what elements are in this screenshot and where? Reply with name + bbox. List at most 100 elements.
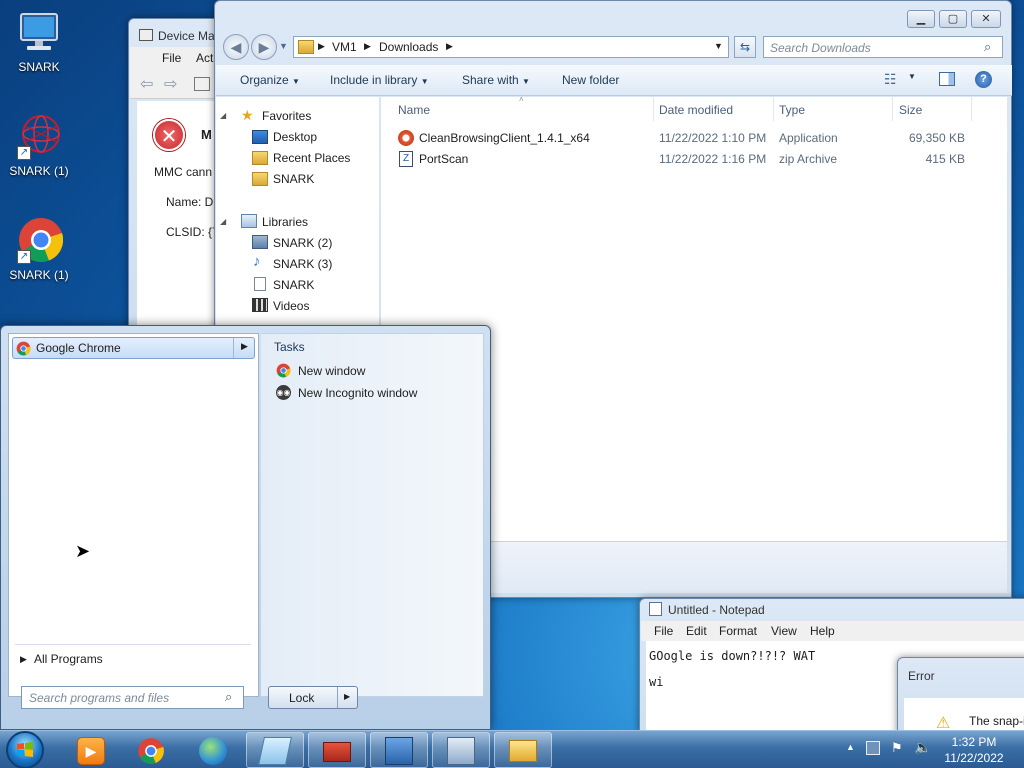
split-divider bbox=[337, 687, 338, 708]
task-new-window[interactable]: New window bbox=[275, 362, 475, 382]
breadcrumb-vm1[interactable]: VM1 bbox=[332, 40, 357, 54]
menu-action[interactable]: Act bbox=[196, 51, 213, 65]
menu-file[interactable]: File bbox=[654, 624, 673, 638]
task-label: New window bbox=[298, 364, 366, 378]
taskbar-network[interactable] bbox=[184, 732, 242, 768]
start-button[interactable] bbox=[6, 731, 44, 768]
breadcrumb-chevron-icon[interactable]: ▶ bbox=[318, 41, 325, 52]
preview-pane-icon[interactable] bbox=[939, 72, 955, 86]
chrome-icon bbox=[16, 341, 31, 356]
new-folder-button[interactable]: New folder bbox=[562, 73, 619, 87]
view-options-icon[interactable]: ☷ bbox=[884, 71, 897, 88]
start-search-box[interactable]: Search programs and files ⌕ bbox=[21, 686, 244, 709]
search-box[interactable]: Search Downloads ⌕ bbox=[763, 36, 1003, 58]
share-with-button[interactable]: Share with ▼ bbox=[462, 73, 530, 87]
view-dropdown-icon[interactable]: ▼ bbox=[908, 72, 916, 81]
column-header-date-modified[interactable]: Date modified bbox=[659, 103, 733, 117]
notepad-icon bbox=[649, 602, 662, 616]
tasks-header: Tasks bbox=[274, 340, 305, 354]
organize-button[interactable]: Organize ▼ bbox=[240, 73, 300, 87]
documents-library-icon bbox=[252, 235, 268, 249]
file-date: 11/22/2022 1:10 PM bbox=[659, 131, 767, 145]
help-icon[interactable]: ? bbox=[975, 71, 992, 88]
address-bar[interactable]: ▶ VM1 ▶ Downloads ▶ ▼ bbox=[293, 36, 729, 58]
expand-arrow-icon[interactable]: ◢ bbox=[220, 217, 226, 226]
nav-snark-docs[interactable]: SNARK bbox=[273, 278, 314, 292]
error-dialog[interactable]: Error ⚠ The snap-i bbox=[897, 657, 1024, 738]
desktop-icon-computer[interactable]: SNARK bbox=[1, 8, 77, 74]
taskbar-notepad[interactable] bbox=[246, 732, 304, 768]
breadcrumb-chevron-icon[interactable]: ▶ bbox=[446, 41, 453, 52]
windows-logo-icon bbox=[17, 742, 33, 757]
start-search-input[interactable]: Search programs and files bbox=[29, 691, 169, 705]
close-button[interactable]: ✕ bbox=[971, 10, 1001, 28]
back-button[interactable]: ◀ bbox=[223, 34, 249, 60]
shutdown-options-arrow-icon[interactable]: ▶ bbox=[344, 692, 350, 701]
taskbar-chrome[interactable] bbox=[122, 732, 180, 768]
nav-snark[interactable]: SNARK bbox=[273, 172, 314, 186]
column-header-type[interactable]: Type bbox=[779, 103, 805, 117]
column-header-name[interactable]: Name bbox=[398, 103, 430, 117]
pinned-program-google-chrome[interactable]: Google Chrome ▶ bbox=[12, 337, 255, 359]
search-icon[interactable]: ⌕ bbox=[225, 689, 232, 705]
menu-edit[interactable]: Edit bbox=[686, 624, 707, 638]
nav-desktop[interactable]: Desktop bbox=[273, 130, 317, 144]
table-row[interactable]: Z PortScan 11/22/2022 1:16 PM zip Archiv… bbox=[381, 149, 1007, 169]
forward-button[interactable]: ▶ bbox=[251, 34, 277, 60]
minimize-button[interactable]: ▁ bbox=[907, 10, 935, 28]
refresh-icon[interactable]: ⇆ bbox=[734, 36, 756, 58]
menu-format[interactable]: Format bbox=[719, 624, 757, 638]
taskbar-media-player[interactable]: ▶ bbox=[60, 732, 118, 768]
search-input[interactable]: Search Downloads bbox=[770, 41, 871, 55]
taskbar-mmc[interactable] bbox=[432, 732, 490, 768]
task-new-incognito-window[interactable]: ◉◉ New Incognito window bbox=[275, 384, 475, 404]
recent-pages-chevron-icon[interactable]: ▼ bbox=[279, 41, 288, 51]
address-dropdown-icon[interactable]: ▼ bbox=[714, 41, 723, 51]
nav-videos[interactable]: Videos bbox=[273, 299, 309, 313]
back-arrow-icon[interactable]: ⇦ bbox=[140, 74, 153, 94]
include-in-library-button[interactable]: Include in library ▼ bbox=[330, 73, 429, 87]
taskbar-toolbox[interactable] bbox=[308, 732, 366, 768]
jumplist-arrow-icon[interactable]: ▶ bbox=[241, 341, 248, 352]
nav-libraries[interactable]: Libraries bbox=[262, 215, 308, 229]
show-hidden-icons-icon[interactable]: ▲ bbox=[846, 742, 855, 752]
taskbar-explorer[interactable] bbox=[494, 732, 552, 768]
navigation-pane: ◢ ★ Favorites Desktop Recent Places SNAR… bbox=[216, 97, 380, 327]
table-row[interactable]: CleanBrowsingClient_1.4.1_x64 11/22/2022… bbox=[381, 128, 1007, 148]
desktop-icon-network-shortcut[interactable]: ↗ SNARK (1) bbox=[1, 112, 77, 178]
column-header-size[interactable]: Size bbox=[899, 103, 922, 117]
libraries-icon bbox=[241, 214, 257, 228]
search-icon[interactable]: ⌕ bbox=[984, 39, 991, 55]
column-separator bbox=[892, 97, 893, 121]
nav-recent-places[interactable]: Recent Places bbox=[273, 151, 350, 165]
lock-button[interactable]: Lock ▶ bbox=[268, 686, 358, 709]
menu-file[interactable]: File bbox=[162, 51, 181, 65]
recent-places-icon bbox=[252, 151, 268, 165]
maximize-button[interactable]: ▢ bbox=[939, 10, 967, 28]
incognito-icon: ◉◉ bbox=[276, 385, 291, 400]
start-menu[interactable]: Google Chrome ▶ ▶ All Programs ➤ Tasks N… bbox=[0, 325, 491, 730]
chrome-icon bbox=[138, 738, 164, 764]
device-manager-icon bbox=[139, 29, 153, 41]
all-programs-button[interactable]: All Programs bbox=[34, 652, 103, 666]
breadcrumb-chevron-icon[interactable]: ▶ bbox=[364, 41, 371, 52]
action-center-flag-icon[interactable]: ⚑ bbox=[891, 740, 903, 756]
console-tree-icon[interactable] bbox=[194, 77, 210, 91]
split-divider bbox=[233, 338, 234, 358]
error-icon: ✕ bbox=[153, 119, 185, 151]
taskbar-device-manager[interactable] bbox=[370, 732, 428, 768]
menu-help[interactable]: Help bbox=[810, 624, 835, 638]
forward-arrow-icon[interactable]: ⇨ bbox=[164, 74, 177, 94]
device-manager-window[interactable]: Device Ma File Act ⇦ ⇨ ✕ M MMC cann Name… bbox=[128, 18, 228, 338]
expand-arrow-icon[interactable]: ◢ bbox=[220, 111, 226, 120]
nav-favorites[interactable]: Favorites bbox=[262, 109, 311, 123]
nav-snark-2[interactable]: SNARK (2) bbox=[273, 236, 332, 250]
breadcrumb-downloads[interactable]: Downloads bbox=[379, 40, 438, 54]
system-clock[interactable]: 1:32 PM 11/22/2022 bbox=[934, 734, 1014, 766]
volume-icon[interactable]: 🔈 bbox=[914, 739, 931, 756]
favorites-star-icon: ★ bbox=[241, 107, 254, 123]
network-tray-icon[interactable] bbox=[866, 741, 880, 755]
menu-view[interactable]: View bbox=[771, 624, 797, 638]
nav-snark-3[interactable]: SNARK (3) bbox=[273, 257, 332, 271]
desktop-icon-chrome-shortcut[interactable]: ↗ SNARK (1) bbox=[1, 216, 77, 282]
